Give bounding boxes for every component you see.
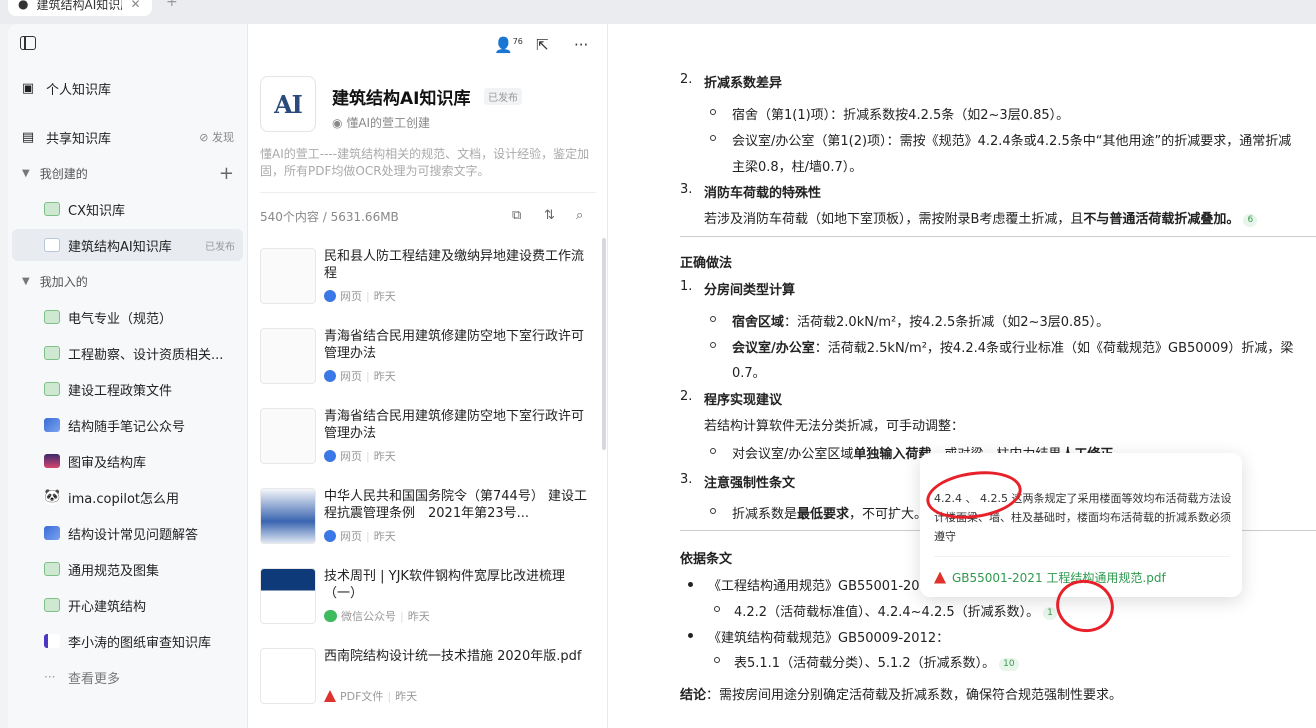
search-icon[interactable]: ⌕	[576, 208, 583, 223]
scrollbar[interactable]	[602, 238, 606, 450]
sort-icon[interactable]: ⇅	[544, 208, 555, 223]
divider	[680, 236, 1316, 237]
sidebar-kb-item[interactable]: 工程勘察、设计资质相关...	[12, 337, 243, 369]
kb-icon	[44, 346, 60, 360]
answer-content: 2. 折减系数差异 宿舍（第1(1)项）：折减系数按4.2.5条（如2~3层0.…	[608, 24, 1316, 728]
list-item[interactable]: 青海省结合民用建筑修建防空地下室行政许可管理办法 网页 | 昨天	[260, 408, 600, 478]
sidebar: ▣ 个人知识库 ▤ 共享知识库 ⊘ 发现 ▼ 我创建的 + CX知识库 建筑结构…	[8, 24, 248, 728]
list-item[interactable]: 青海省结合民用建筑修建防空地下室行政许可管理办法 网页 | 昨天	[260, 328, 600, 398]
sidebar-item-label: 个人知识库	[46, 82, 112, 98]
sidebar-kb-item-active[interactable]: 建筑结构AI知识库 已发布	[12, 229, 243, 261]
doc-thumbnail	[260, 408, 316, 464]
citation-badge[interactable]: 6	[1243, 214, 1258, 227]
sidebar-kb-item[interactable]: 开心建筑结构	[12, 589, 243, 621]
kb-icon	[44, 382, 60, 396]
close-icon[interactable]: ✕	[130, 0, 140, 11]
kb-icon	[44, 310, 60, 324]
kb-icon	[44, 598, 60, 612]
list-item[interactable]: 民和县人防工程结建及缴纳异地建设费工作流程 网页 | 昨天	[260, 248, 600, 318]
kb-description: 懂AI的萱工----建筑结构相关的规范、文档，设计经验，鉴定加固，所有PDF均做…	[260, 147, 590, 178]
kb-creator: ◉ 懂AI的萱工创建	[332, 116, 431, 130]
sidebar-kb-item[interactable]: 🐼 ima.copilot怎么用	[12, 481, 243, 513]
sidebar-kb-item[interactable]: 图审及结构库	[12, 445, 243, 477]
new-tab-button[interactable]: +	[166, 0, 178, 10]
pdf-icon	[324, 690, 336, 702]
tab-title: 建筑结构AI知识库	[36, 0, 122, 12]
kb-icon	[44, 238, 60, 252]
kb-detail-panel: 👤76 ⇱ ··· AI 建筑结构AI知识库 已发布 ◉ 懂AI的萱工创建 懂A…	[248, 24, 608, 728]
kb-title: 建筑结构AI知识库	[332, 89, 471, 109]
doc-thumbnail	[260, 568, 316, 624]
members-button[interactable]: 👤76	[494, 36, 523, 54]
kb-stats: 540个内容 / 5631.66MB	[260, 210, 399, 224]
section-heading: 折减系数差异	[704, 76, 783, 91]
conclusion: 结论：需按房间用途分别确定活荷载及折减系数，确保符合规范强制性要求。	[680, 688, 1123, 703]
section-label: 我加入的	[39, 274, 88, 289]
add-content-icon[interactable]: ⧉	[512, 208, 521, 223]
web-icon	[324, 450, 336, 462]
kb-icon	[44, 202, 60, 216]
list-item[interactable]: 西南院结构设计统一技术措施 2020年版.pdf PDF文件 | 昨天	[260, 648, 600, 718]
discover-link[interactable]: ⊘ 发现	[199, 129, 234, 145]
sidebar-kb-item[interactable]: 结构随手笔记公众号	[12, 409, 243, 441]
citation-badge[interactable]: 1	[1043, 607, 1057, 620]
citation-badge[interactable]: 10	[999, 658, 1019, 671]
chevron-down-icon: ▼	[22, 167, 30, 179]
doc-thumbnail	[260, 648, 316, 704]
sidebar-kb-item[interactable]: 电气专业（规范）	[12, 301, 243, 333]
more-icon[interactable]: ···	[574, 36, 588, 54]
section-heading: 正确做法	[680, 256, 733, 271]
sidebar-item-personal[interactable]: ▣ 个人知识库	[8, 72, 248, 104]
sidebar-kb-item[interactable]: 结构设计常见问题解答	[12, 517, 243, 549]
list-item[interactable]: 技术周刊 | YJK软件钢构件宽厚比改进梳理（一） 微信公众号 | 昨天	[260, 568, 600, 638]
tab-bar: ● 建筑结构AI知识库 ✕ +	[0, 0, 1316, 24]
book-icon: ▣	[21, 80, 35, 96]
sidebar-toggle-icon[interactable]	[20, 36, 36, 50]
avatar: ◉	[332, 116, 343, 130]
shared-book-icon: ▤	[21, 129, 35, 145]
sidebar-kb-item[interactable]: 李小涛的图纸审查知识库	[12, 625, 243, 657]
bulb-icon: ●	[18, 0, 29, 11]
panda-icon: 🐼	[44, 489, 61, 505]
sidebar-kb-item[interactable]: CX知识库	[12, 193, 243, 225]
doc-thumbnail	[260, 248, 316, 304]
published-badge: 已发布	[205, 241, 235, 253]
kb-icon	[44, 526, 60, 540]
web-icon	[324, 290, 336, 302]
share-icon[interactable]: ⇱	[536, 36, 549, 54]
section-joined[interactable]: ▼ 我加入的	[8, 267, 248, 295]
pdf-icon	[934, 571, 946, 584]
view-more-button[interactable]: ··· 查看更多	[12, 661, 243, 693]
tab-knowledge-base[interactable]: ● 建筑结构AI知识库 ✕	[8, 0, 152, 16]
doc-thumbnail	[260, 328, 316, 384]
doc-thumbnail	[260, 488, 316, 544]
sidebar-kb-item[interactable]: 建设工程政策文件	[12, 373, 243, 405]
more-dots-icon: ···	[44, 670, 56, 684]
sidebar-item-label: 共享知识库	[46, 131, 112, 147]
web-icon	[324, 530, 336, 542]
section-label: 我创建的	[39, 166, 88, 181]
kb-icon	[44, 562, 60, 576]
web-icon	[324, 370, 336, 382]
section-heading: 依据条文	[680, 552, 733, 567]
divider	[934, 556, 1230, 557]
kb-icon	[44, 418, 60, 432]
list-item[interactable]: 中华人民共和国国务院令（第744号） 建设工程抗震管理条例 2021年第23号.…	[260, 488, 600, 558]
status-badge: 已发布	[484, 88, 522, 105]
add-kb-button[interactable]: +	[219, 163, 234, 184]
kb-icon	[44, 634, 60, 648]
sidebar-item-shared[interactable]: ▤ 共享知识库 ⊘ 发现	[8, 121, 248, 153]
section-heading: 消防车荷载的特殊性	[704, 186, 822, 201]
kb-icon	[44, 454, 60, 468]
citation-source-link[interactable]: GB55001-2021 工程结构通用规范.pdf	[934, 569, 1166, 586]
divider	[260, 192, 596, 193]
section-created[interactable]: ▼ 我创建的 +	[8, 159, 248, 187]
sidebar-kb-item[interactable]: 通用规范及图集	[12, 553, 243, 585]
chevron-down-icon: ▼	[22, 275, 30, 287]
kb-logo: AI	[260, 76, 316, 132]
wechat-icon	[324, 610, 337, 622]
